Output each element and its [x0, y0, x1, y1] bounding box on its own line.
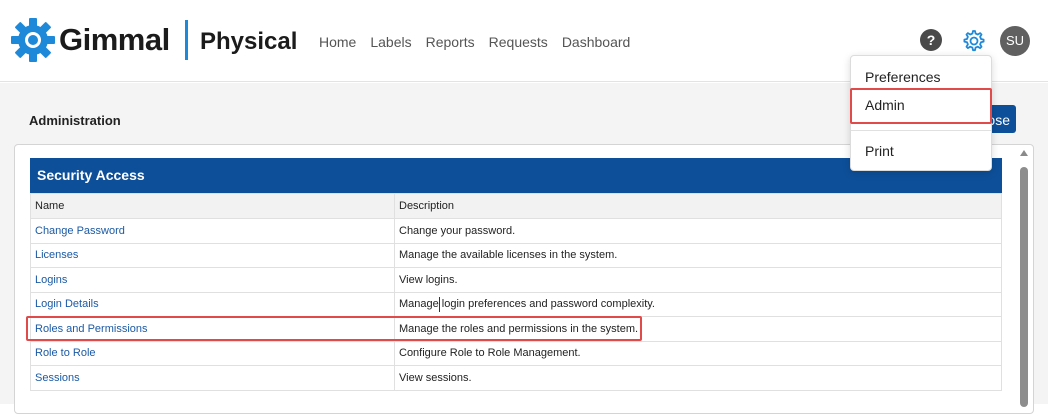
menu-divider: [851, 130, 991, 131]
nav-requests[interactable]: Requests: [489, 33, 548, 51]
product-name: Physical: [200, 28, 298, 55]
brand-name: Gimmal: [59, 22, 170, 57]
table-row: Login Details Manage login preferences a…: [30, 291, 1002, 317]
nav-labels[interactable]: Labels: [370, 33, 411, 51]
description-cell: Manage login preferences and password co…: [399, 298, 655, 311]
description-cell: Manage the roles and permissions in the …: [399, 322, 639, 335]
link-role-to-role[interactable]: Role to Role: [35, 347, 96, 359]
description-cell: View sessions.: [399, 371, 472, 384]
text-cursor: [439, 297, 440, 312]
link-roles-and-permissions[interactable]: Roles and Permissions: [35, 323, 148, 335]
scroll-thumb[interactable]: [1020, 167, 1028, 407]
description-cell: Manage the available licenses in the sys…: [399, 249, 618, 262]
settings-gear-icon[interactable]: [960, 28, 986, 54]
table-header-row: Name Description: [30, 193, 1002, 219]
table-row: Logins View logins.: [30, 267, 1002, 293]
link-logins[interactable]: Logins: [35, 274, 67, 286]
link-change-password[interactable]: Change Password: [35, 225, 125, 237]
main-nav: Home Labels Reports Requests Dashboard: [319, 33, 630, 51]
link-sessions[interactable]: Sessions: [35, 372, 80, 384]
menu-item-print[interactable]: Print: [865, 143, 894, 159]
column-header-description: Description: [394, 193, 1002, 219]
description-cell: Configure Role to Role Management.: [399, 347, 581, 360]
description-cell: View logins.: [399, 273, 458, 286]
table-row: Roles and Permissions Manage the roles a…: [30, 316, 1002, 342]
link-login-details[interactable]: Login Details: [35, 298, 99, 310]
table-row: Role to Role Configure Role to Role Mana…: [30, 340, 1002, 366]
link-licenses[interactable]: Licenses: [35, 249, 78, 261]
menu-item-preferences[interactable]: Preferences: [865, 69, 940, 85]
brand-divider: [185, 20, 188, 60]
column-header-name: Name: [30, 193, 395, 219]
help-icon[interactable]: ?: [920, 29, 942, 51]
panel-scrollbar[interactable]: [1018, 148, 1030, 407]
description-cell: Change your password.: [399, 224, 516, 237]
table-row: Licenses Manage the available licenses i…: [30, 242, 1002, 268]
table-row: Change Password Change your password.: [30, 218, 1002, 244]
scroll-up-arrow-icon[interactable]: [1020, 150, 1028, 156]
page-title: Administration: [29, 113, 121, 128]
user-avatar[interactable]: SU: [1000, 26, 1030, 56]
menu-item-admin[interactable]: Admin: [865, 97, 905, 113]
gimmal-logo-icon: [11, 18, 55, 62]
nav-dashboard[interactable]: Dashboard: [562, 33, 631, 51]
security-access-table: Name Description Change Password Change …: [30, 193, 1002, 391]
nav-reports[interactable]: Reports: [426, 33, 475, 51]
table-row: Sessions View sessions.: [30, 365, 1002, 391]
nav-home[interactable]: Home: [319, 33, 356, 51]
settings-dropdown-menu: Preferences Admin Print: [850, 55, 992, 171]
